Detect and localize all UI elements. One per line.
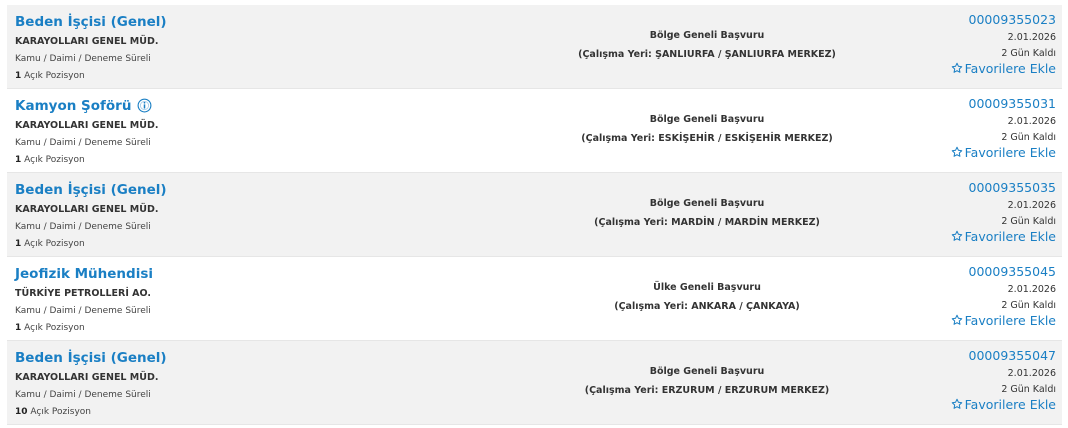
- favorite-label: Favorilere Ekle: [964, 229, 1056, 244]
- favorite-label: Favorilere Ekle: [964, 397, 1056, 412]
- employment-type: Kamu / Daimi / Deneme Süreli: [15, 306, 151, 316]
- posting-date: 2.01.2026: [1007, 284, 1056, 295]
- application-scope: Bölge Geneli Başvuru: [649, 366, 765, 377]
- days-left: 2 Gün Kaldı: [1001, 384, 1056, 395]
- posting-date: 2.01.2026: [1007, 32, 1056, 43]
- application-scope: Bölge Geneli Başvuru: [649, 114, 765, 125]
- info-badge-icon[interactable]: [137, 98, 152, 113]
- open-positions: 1 Açık Pozisyon: [15, 322, 415, 334]
- favorite-label: Favorilere Ekle: [964, 313, 1056, 328]
- job-row: Jeofizik Mühendisi TÜRKİYE PETROLLERİ AO…: [7, 257, 1062, 341]
- job-title-link[interactable]: Beden İşçisi (Genel): [15, 14, 167, 31]
- work-location: (Çalışma Yeri: MARDİN / MARDİN MERKEZ): [594, 217, 820, 228]
- add-favorite-button[interactable]: Favorilere Ekle: [896, 397, 1056, 413]
- job-location: Bölge Geneli Başvuru (Çalışma Yeri: ESKİ…: [467, 114, 947, 145]
- job-row: Beden İşçisi (Genel) KARAYOLLARI GENEL M…: [7, 341, 1062, 425]
- positions-label: Açık Pozisyon: [24, 323, 85, 333]
- job-title-link[interactable]: Beden İşçisi (Genel): [15, 182, 167, 199]
- star-outline-icon: [951, 146, 962, 157]
- positions-count: 1: [15, 155, 22, 165]
- job-actions: 00009355031 2.01.2026 2 Gün Kaldı Favori…: [896, 95, 1056, 161]
- days-left: 2 Gün Kaldı: [1001, 300, 1056, 311]
- positions-count: 1: [15, 71, 22, 81]
- job-title-link[interactable]: Jeofizik Mühendisi: [15, 266, 153, 283]
- open-positions: 1 Açık Pozisyon: [15, 154, 415, 166]
- job-code-link[interactable]: 00009355031: [896, 95, 1056, 112]
- positions-label: Açık Pozisyon: [24, 239, 85, 249]
- job-location: Bölge Geneli Başvuru (Çalışma Yeri: ŞANL…: [467, 30, 947, 61]
- organization-name: KARAYOLLARI GENEL MÜD.: [15, 372, 159, 383]
- posting-date: 2.01.2026: [1007, 200, 1056, 211]
- organization-name: TÜRKİYE PETROLLERİ AO.: [15, 288, 151, 299]
- job-title-link[interactable]: Kamyon Şoförü: [15, 98, 131, 115]
- posting-date: 2.01.2026: [1007, 116, 1056, 127]
- positions-count: 1: [15, 239, 22, 249]
- days-left: 2 Gün Kaldı: [1001, 216, 1056, 227]
- application-scope: Bölge Geneli Başvuru: [649, 198, 765, 209]
- job-location: Bölge Geneli Başvuru (Çalışma Yeri: ERZU…: [467, 366, 947, 397]
- positions-count: 1: [15, 323, 22, 333]
- work-location: (Çalışma Yeri: ŞANLIURFA / ŞANLIURFA MER…: [578, 49, 836, 60]
- days-left: 2 Gün Kaldı: [1001, 48, 1056, 59]
- job-row: Beden İşçisi (Genel) KARAYOLLARI GENEL M…: [7, 5, 1062, 89]
- application-scope: Bölge Geneli Başvuru: [649, 30, 765, 41]
- work-location: (Çalışma Yeri: ESKİŞEHİR / ESKİŞEHİR MER…: [581, 133, 833, 144]
- organization-name: KARAYOLLARI GENEL MÜD.: [15, 204, 159, 215]
- favorite-label: Favorilere Ekle: [964, 61, 1056, 76]
- job-actions: 00009355045 2.01.2026 2 Gün Kaldı Favori…: [896, 263, 1056, 329]
- star-outline-icon: [951, 230, 962, 241]
- job-title-link[interactable]: Beden İşçisi (Genel): [15, 350, 167, 367]
- job-row: Beden İşçisi (Genel) KARAYOLLARI GENEL M…: [7, 173, 1062, 257]
- job-summary: Beden İşçisi (Genel) KARAYOLLARI GENEL M…: [15, 347, 415, 418]
- job-summary: Kamyon Şoförü KARAYOLLARI GENEL MÜD. Kam…: [15, 95, 415, 166]
- job-location: Bölge Geneli Başvuru (Çalışma Yeri: MARD…: [467, 198, 947, 229]
- employment-type: Kamu / Daimi / Deneme Süreli: [15, 54, 151, 64]
- positions-label: Açık Pozisyon: [30, 407, 91, 417]
- positions-count: 10: [15, 407, 28, 417]
- posting-date: 2.01.2026: [1007, 368, 1056, 379]
- open-positions: 10 Açık Pozisyon: [15, 406, 415, 418]
- job-summary: Beden İşçisi (Genel) KARAYOLLARI GENEL M…: [15, 179, 415, 250]
- star-outline-icon: [951, 62, 962, 73]
- star-outline-icon: [951, 314, 962, 325]
- open-positions: 1 Açık Pozisyon: [15, 238, 415, 250]
- star-outline-icon: [951, 398, 962, 409]
- job-row: Kamyon Şoförü KARAYOLLARI GENEL MÜD. Kam…: [7, 89, 1062, 173]
- job-code-link[interactable]: 00009355023: [896, 11, 1056, 28]
- positions-label: Açık Pozisyon: [24, 71, 85, 81]
- add-favorite-button[interactable]: Favorilere Ekle: [896, 313, 1056, 329]
- job-listing: Beden İşçisi (Genel) KARAYOLLARI GENEL M…: [7, 5, 1062, 425]
- job-code-link[interactable]: 00009355035: [896, 179, 1056, 196]
- job-code-link[interactable]: 00009355045: [896, 263, 1056, 280]
- employment-type: Kamu / Daimi / Deneme Süreli: [15, 222, 151, 232]
- work-location: (Çalışma Yeri: ERZURUM / ERZURUM MERKEZ): [584, 385, 830, 396]
- application-scope: Ülke Geneli Başvuru: [653, 282, 761, 293]
- add-favorite-button[interactable]: Favorilere Ekle: [896, 229, 1056, 245]
- job-code-link[interactable]: 00009355047: [896, 347, 1056, 364]
- add-favorite-button[interactable]: Favorilere Ekle: [896, 61, 1056, 77]
- job-actions: 00009355035 2.01.2026 2 Gün Kaldı Favori…: [896, 179, 1056, 245]
- favorite-label: Favorilere Ekle: [964, 145, 1056, 160]
- job-actions: 00009355023 2.01.2026 2 Gün Kaldı Favori…: [896, 11, 1056, 77]
- days-left: 2 Gün Kaldı: [1001, 132, 1056, 143]
- job-actions: 00009355047 2.01.2026 2 Gün Kaldı Favori…: [896, 347, 1056, 413]
- organization-name: KARAYOLLARI GENEL MÜD.: [15, 36, 159, 47]
- positions-label: Açık Pozisyon: [24, 155, 85, 165]
- employment-type: Kamu / Daimi / Deneme Süreli: [15, 138, 151, 148]
- work-location: (Çalışma Yeri: ANKARA / ÇANKAYA): [614, 301, 800, 312]
- job-location: Ülke Geneli Başvuru (Çalışma Yeri: ANKAR…: [467, 282, 947, 313]
- open-positions: 1 Açık Pozisyon: [15, 70, 415, 82]
- job-summary: Jeofizik Mühendisi TÜRKİYE PETROLLERİ AO…: [15, 263, 415, 334]
- job-summary: Beden İşçisi (Genel) KARAYOLLARI GENEL M…: [15, 11, 415, 82]
- employment-type: Kamu / Daimi / Deneme Süreli: [15, 390, 151, 400]
- add-favorite-button[interactable]: Favorilere Ekle: [896, 145, 1056, 161]
- organization-name: KARAYOLLARI GENEL MÜD.: [15, 120, 159, 131]
